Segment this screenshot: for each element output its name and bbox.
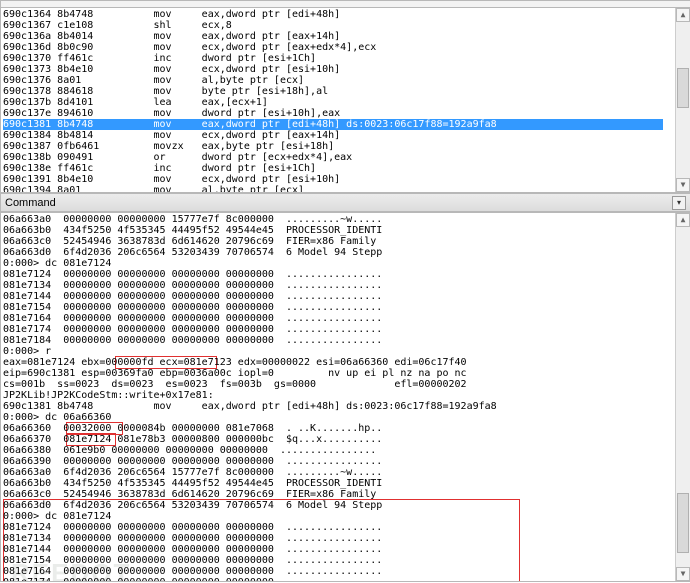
command-output-row: 0:000> dc 081e7124 [3,258,690,269]
disasm-row[interactable]: 690c1370 ff461c inc dword ptr [esi+1Ch] [3,53,690,64]
command-output-row: JP2KLib!JP2KCodeStm::write+0x17e81: [3,390,690,401]
command-output-row: 06a663a0 6f4d2036 206c6564 15777e7f 8c00… [3,467,690,478]
command-output-row: 0:000> r [3,346,690,357]
command-output-row: eax=081e7124 ebx=000000fd ecx=081e7123 e… [3,357,690,368]
disasm-row[interactable]: 690c1364 8b4748 mov eax,dword ptr [edi+4… [3,9,690,20]
command-output-row: 06a663d0 6f4d2036 206c6564 53203439 7070… [3,500,690,511]
command-output-row: 081e7154 00000000 00000000 00000000 0000… [3,555,690,566]
disasm-row[interactable]: 690c136a 8b4014 mov eax,dword ptr [eax+1… [3,31,690,42]
command-output-row: 06a663a0 00000000 00000000 15777e7f 8c00… [3,214,690,225]
command-output-row: eip=690c1381 esp=00369fa0 ebp=0036a00c i… [3,368,690,379]
disasm-row[interactable]: 690c1373 8b4e10 mov ecx,dword ptr [esi+1… [3,64,690,75]
disasm-row[interactable]: 690c1376 8a01 mov al,byte ptr [ecx] [3,75,690,86]
command-panel: REEDOT 06a663a0 00000000 00000000 15777e… [0,212,690,582]
command-output-row: 081e7154 00000000 00000000 00000000 0000… [3,302,690,313]
command-output-row: 06a663c0 52454946 3638783d 6d614620 2079… [3,236,690,247]
disasm-row[interactable]: 690c1384 8b4814 mov ecx,dword ptr [eax+1… [3,130,690,141]
command-output-row: cs=001b ss=0023 ds=0023 es=0023 fs=003b … [3,379,690,390]
disasm-row[interactable]: 690c137e 894610 mov dword ptr [esi+10h],… [3,108,690,119]
command-output-row: 081e7124 00000000 00000000 00000000 0000… [3,269,690,280]
disassembly-panel: 690c1364 8b4748 mov eax,dword ptr [edi+4… [0,7,690,193]
command-output-row: 06a663d0 6f4d2036 206c6564 53203439 7070… [3,247,690,258]
command-output-row: 06a66360 00032000 0000084b 00000000 081e… [3,423,690,434]
command-panel-header: Command ▾ [0,193,690,212]
command-panel-title: Command [5,197,56,209]
command-output-row: 0:000> dc 06a66360 [3,412,690,423]
disasm-row[interactable]: 690c1394 8a01 mov al,byte ptr [ecx] [3,185,690,193]
disasm-row[interactable]: 690c1391 8b4e10 mov ecx,dword ptr [esi+1… [3,174,690,185]
disasm-row-selected[interactable]: 690c1381 8b4748 mov eax,dword ptr [edi+4… [3,119,663,130]
command-output-row: 06a663b0 434f5250 4f535345 44495f52 4954… [3,225,690,236]
command-output-row: 081e7184 00000000 00000000 00000000 0000… [3,335,690,346]
command-output-row: 081e7134 00000000 00000000 00000000 0000… [3,280,690,291]
command-output-row: 06a663b0 434f5250 4f535345 44495f52 4954… [3,478,690,489]
disasm-row[interactable]: 690c1378 884618 mov byte ptr [esi+18h],a… [3,86,690,97]
command-output-row: 081e7144 00000000 00000000 00000000 0000… [3,544,690,555]
command-output-row: 06a66380 061e9b0 00000000 00000000 00000… [3,445,690,456]
command-output-row: 06a663c0 52454946 3638783d 6d614620 2079… [3,489,690,500]
command-output-row: 081e7174 00000000 00000000 00000000 0000… [3,577,690,582]
disasm-row[interactable]: 690c138e ff461c inc dword ptr [esi+1Ch] [3,163,690,174]
disasm-row[interactable]: 690c137b 8d4101 lea eax,[ecx+1] [3,97,690,108]
disasm-row[interactable]: 690c1387 0fb6461 movzx eax,byte ptr [esi… [3,141,690,152]
command-output-row: 081e7174 00000000 00000000 00000000 0000… [3,324,690,335]
disasm-row[interactable]: 690c138b 090491 or dword ptr [ecx+edx*4]… [3,152,690,163]
panel-border-top [0,0,690,7]
command-output-row: 081e7164 00000000 00000000 00000000 0000… [3,566,690,577]
command-output-row: 06a66370 081e7124 081e78b3 00000800 0000… [3,434,690,445]
panel-menu-icon[interactable]: ▾ [672,196,686,210]
command-output-row: 081e7124 00000000 00000000 00000000 0000… [3,522,690,533]
disasm-row[interactable]: 690c1367 c1e108 shl ecx,8 [3,20,690,31]
command-output-row: 081e7164 00000000 00000000 00000000 0000… [3,313,690,324]
command-output-row: 081e7134 00000000 00000000 00000000 0000… [3,533,690,544]
scroll-down-icon[interactable]: ▼ [676,178,690,192]
command-output-row: 06a66390 00000000 00000000 00000000 0000… [3,456,690,467]
scroll-up-icon[interactable]: ▲ [676,8,690,22]
disasm-row[interactable]: 690c136d 8b0c90 mov ecx,dword ptr [eax+e… [3,42,690,53]
disasm-scrollbar[interactable]: ▲ ▼ [675,8,690,192]
command-output-row: 690c1381 8b4748 mov eax,dword ptr [edi+4… [3,401,690,412]
command-output-row: 081e7144 00000000 00000000 00000000 0000… [3,291,690,302]
disasm-scroll-thumb[interactable] [677,68,689,108]
command-output-row: 0:000> dc 081e7124 [3,511,690,522]
